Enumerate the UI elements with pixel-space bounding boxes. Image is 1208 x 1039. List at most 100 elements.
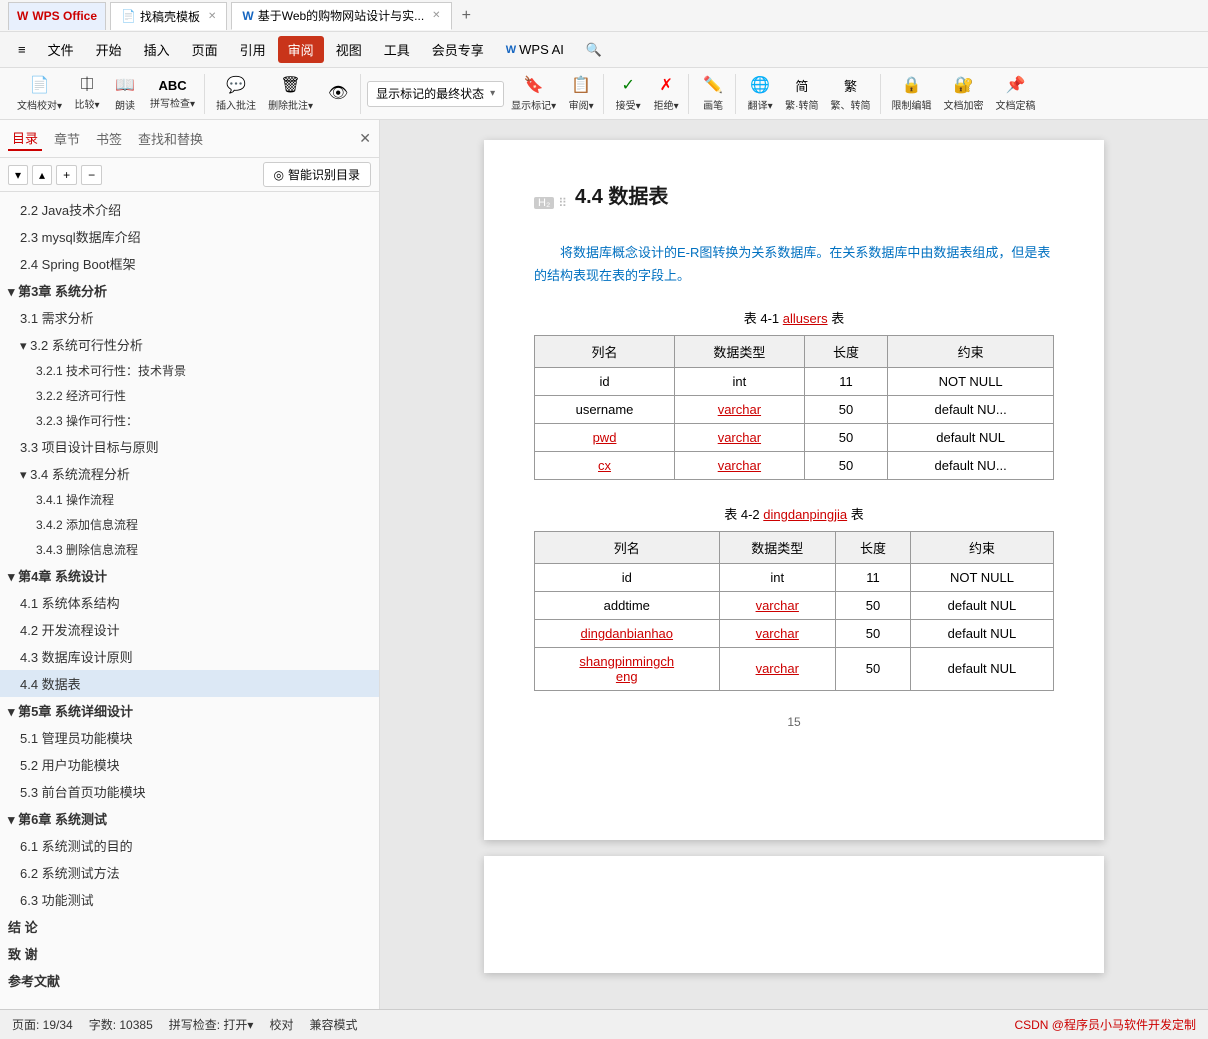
toc-item-52[interactable]: 5.2 用户功能模块 bbox=[0, 751, 379, 778]
menu-page[interactable]: 页面 bbox=[182, 36, 228, 63]
toolbar-restrictedit[interactable]: 🔒 限制编辑 bbox=[887, 75, 937, 113]
toc-item-51[interactable]: 5.1 管理员功能模块 bbox=[0, 724, 379, 751]
toolbar-draw[interactable]: ✏️ 画笔 bbox=[695, 75, 731, 113]
status-compat: 兼容模式 bbox=[309, 1016, 357, 1033]
trackstate-arrow: ▾ bbox=[490, 88, 495, 99]
draw-icon: ✏️ bbox=[703, 75, 723, 95]
sidebar-tab-toc[interactable]: 目录 bbox=[8, 126, 42, 151]
sidebar-tab-bookmarks[interactable]: 书签 bbox=[92, 127, 126, 150]
table2-col-type: 数据类型 bbox=[719, 531, 835, 563]
menu-tools[interactable]: 工具 bbox=[374, 36, 420, 63]
toc-item-22[interactable]: 2.2 Java技术介绍 bbox=[0, 196, 379, 223]
tab-wps-office[interactable]: W WPS Office bbox=[8, 2, 106, 30]
translate-icon: 🌐 bbox=[750, 75, 770, 95]
toolbar-group-translate: 🌐 翻译▾ 简 繁·转简 繁 繁、转简 bbox=[738, 74, 880, 114]
status-proofread: 校对 bbox=[269, 1016, 293, 1033]
toc-item-references[interactable]: 参考文献 bbox=[0, 967, 379, 994]
menu-bar: ≡ 文件 开始 插入 页面 引用 审阅 视图 工具 会员专享 W WPS AI … bbox=[0, 32, 1208, 68]
tab-template-close[interactable]: ✕ bbox=[208, 11, 216, 22]
toc-item-63[interactable]: 6.3 功能测试 bbox=[0, 886, 379, 913]
table1-header: 列名 数据类型 长度 约束 bbox=[535, 335, 1054, 367]
toolbar-doccompare[interactable]: 📄 文档校对▾ bbox=[12, 75, 67, 113]
toc-item-341[interactable]: 3.4.1 操作流程 bbox=[0, 487, 379, 512]
menu-review[interactable]: 审阅 bbox=[278, 36, 324, 63]
toc-item-23[interactable]: 2.3 mysql数据库介绍 bbox=[0, 223, 379, 250]
menu-file[interactable]: 文件 bbox=[38, 36, 84, 63]
sidebar-tab-chapters[interactable]: 章节 bbox=[50, 127, 84, 150]
toc-item-conclusion[interactable]: 结 论 bbox=[0, 913, 379, 940]
new-tab-button[interactable]: + bbox=[456, 7, 477, 25]
toc-item-24[interactable]: 2.4 Spring Boot框架 bbox=[0, 250, 379, 277]
toolbar-addcomment[interactable]: 💬 插入批注 bbox=[211, 75, 261, 113]
sidebar-nav-up[interactable]: ▴ bbox=[32, 165, 52, 185]
toolbar-trackstate[interactable]: 显示标记的最终状态 ▾ bbox=[367, 81, 504, 107]
status-spell[interactable]: 拼写检查: 打开▾ bbox=[169, 1016, 254, 1033]
sidebar-tab-findreplace[interactable]: 查找和替换 bbox=[134, 127, 207, 150]
menu-insert[interactable]: 插入 bbox=[134, 36, 180, 63]
toc-item-323[interactable]: 3.2.3 操作可行性： bbox=[0, 408, 379, 433]
toolbar-read[interactable]: 📖 朗读 bbox=[107, 75, 143, 113]
sidebar-nav-expand[interactable]: + bbox=[56, 165, 77, 185]
toc-item-322[interactable]: 3.2.2 经济可行性 bbox=[0, 383, 379, 408]
read-icon: 📖 bbox=[115, 75, 135, 95]
toolbar-translate[interactable]: 🌐 翻译▾ bbox=[742, 75, 778, 113]
tab-template[interactable]: 📄 找稿壳模板 ✕ bbox=[110, 2, 227, 30]
table1-col-name: 列名 bbox=[535, 335, 675, 367]
toc-item-62[interactable]: 6.2 系统测试方法 bbox=[0, 859, 379, 886]
toolbar-group-protect: 🔒 限制编辑 🔐 文档加密 📌 文档定稿 bbox=[883, 74, 1045, 114]
toolbar-reject[interactable]: ✗ 拒绝▾ bbox=[648, 75, 684, 113]
toc-item-34[interactable]: ▾ 3.4 系统流程分析 bbox=[0, 460, 379, 487]
toc-item-31[interactable]: 3.1 需求分析 bbox=[0, 304, 379, 331]
toolbar-accept[interactable]: ✓ 接受▾ bbox=[610, 75, 646, 113]
menu-view[interactable]: 视图 bbox=[326, 36, 372, 63]
toc-item-ch5[interactable]: ▾ 第5章 系统详细设计 bbox=[0, 697, 379, 724]
toc-item-342[interactable]: 3.4.2 添加信息流程 bbox=[0, 512, 379, 537]
toolbar-simp[interactable]: 繁 繁、转简 bbox=[826, 75, 876, 113]
menu-start[interactable]: 开始 bbox=[86, 36, 132, 63]
doc-page-2 bbox=[484, 856, 1104, 973]
delcomment-icon: 🗑 bbox=[280, 75, 300, 95]
toolbar-review2[interactable]: 📋 审阅▾ bbox=[563, 75, 599, 113]
menu-cite[interactable]: 引用 bbox=[230, 36, 276, 63]
table1-caption: 表 4-1 allusers 表 bbox=[534, 308, 1054, 327]
sidebar-close-button[interactable]: ✕ bbox=[359, 130, 371, 147]
toolbar-spell[interactable]: ABC 拼写检查▾ bbox=[145, 75, 200, 113]
toc-item-42[interactable]: 4.2 开发流程设计 bbox=[0, 616, 379, 643]
toolbar-showmark[interactable]: 🔖 显示标记▾ bbox=[506, 75, 561, 113]
menu-search[interactable]: 🔍 bbox=[576, 38, 612, 62]
toc-item-33[interactable]: 3.3 项目设计目标与原则 bbox=[0, 433, 379, 460]
menu-wpsai[interactable]: W WPS AI bbox=[496, 38, 574, 61]
table1-caption-suffix: 表 bbox=[831, 311, 844, 326]
smart-toc-button[interactable]: ◎ 智能识别目录 bbox=[263, 162, 372, 187]
smart-toc-label: 智能识别目录 bbox=[288, 166, 360, 183]
doc-area: H₂ ⠿ 4.4 数据表 将数据库概念设计的E-R图转换为关系数据库。在关系数据… bbox=[380, 120, 1208, 1009]
menu-hamburger[interactable]: ≡ bbox=[8, 38, 36, 61]
tab-doc-close[interactable]: ✕ bbox=[432, 10, 440, 21]
toc-item-44[interactable]: 4.4 数据表 bbox=[0, 670, 379, 697]
toolbar-compare[interactable]: ⎅ 比较▾ bbox=[69, 75, 105, 113]
toolbar-docfinal[interactable]: 📌 文档定稿 bbox=[991, 75, 1041, 113]
toolbar-delcomment[interactable]: 🗑 删除批注▾ bbox=[263, 75, 318, 113]
toc-item-321[interactable]: 3.2.1 技术可行性：技术背景 bbox=[0, 358, 379, 383]
sidebar-nav-collapse[interactable]: − bbox=[81, 165, 102, 185]
sidebar-nav-down[interactable]: ▾ bbox=[8, 165, 28, 185]
toc-item-53[interactable]: 5.3 前台首页功能模块 bbox=[0, 778, 379, 805]
toolbar-showcomment[interactable]: 👁 bbox=[320, 75, 356, 113]
table-row: pwd varchar 50 default NUL bbox=[535, 423, 1054, 451]
sidebar-toc: 2.2 Java技术介绍 2.3 mysql数据库介绍 2.4 Spring B… bbox=[0, 192, 379, 1009]
tab-doc[interactable]: W 基于Web的购物网站设计与实... ✕ bbox=[231, 2, 451, 30]
toc-item-thanks[interactable]: 致 谢 bbox=[0, 940, 379, 967]
toolbar-trad[interactable]: 简 繁·转简 bbox=[780, 75, 823, 113]
toc-item-61[interactable]: 6.1 系统测试的目的 bbox=[0, 832, 379, 859]
toc-item-ch6[interactable]: ▾ 第6章 系统测试 bbox=[0, 805, 379, 832]
menu-member[interactable]: 会员专享 bbox=[422, 36, 494, 63]
toc-item-43[interactable]: 4.3 数据库设计原则 bbox=[0, 643, 379, 670]
toc-item-41[interactable]: 4.1 系统体系结构 bbox=[0, 589, 379, 616]
toc-item-32[interactable]: ▾ 3.2 系统可行性分析 bbox=[0, 331, 379, 358]
toc-item-ch4[interactable]: ▾ 第4章 系统设计 bbox=[0, 562, 379, 589]
toc-item-343[interactable]: 3.4.3 删除信息流程 bbox=[0, 537, 379, 562]
toolbar-docencrypt[interactable]: 🔐 文档加密 bbox=[939, 75, 989, 113]
doccompare-icon: 📄 bbox=[30, 75, 50, 95]
page-number: 15 bbox=[534, 715, 1054, 729]
toc-item-ch3[interactable]: ▾ 第3章 系统分析 bbox=[0, 277, 379, 304]
